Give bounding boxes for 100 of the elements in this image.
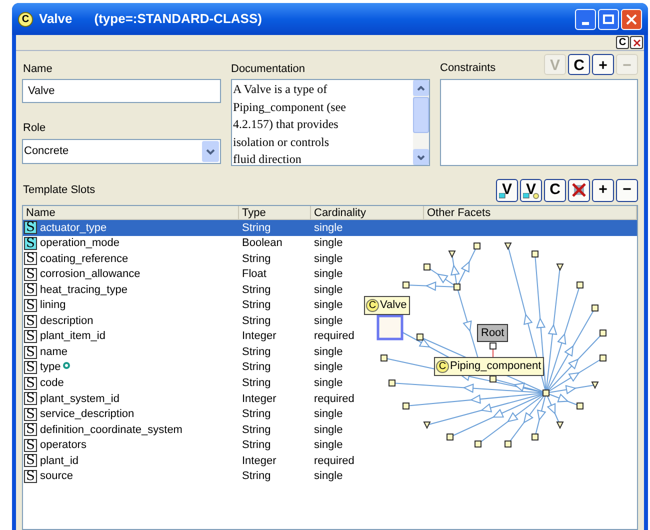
graph-node[interactable] (402, 282, 410, 288)
scrollbar[interactable] (413, 80, 429, 165)
slot-name: description (40, 314, 94, 329)
slot-button[interactable]: V (496, 178, 518, 202)
window-title: Valve (39, 10, 72, 28)
slot-name: operators (40, 438, 86, 454)
slot-icon: S (24, 408, 37, 421)
slot-button[interactable]: C (544, 178, 566, 202)
slot-cardinality: required (314, 330, 354, 342)
slot-icon: S (24, 252, 37, 266)
class-icon: C (366, 299, 379, 312)
slot-type: Float (242, 268, 266, 280)
graph-node[interactable] (600, 330, 606, 336)
slot-icon (499, 192, 507, 198)
slot-icon: S (24, 330, 37, 344)
close-button[interactable] (630, 36, 643, 49)
slot-cardinality: single (314, 424, 343, 436)
slot-cardinality: single (314, 299, 343, 312)
window-subtitle: (type=:STANDARD-CLASS) (94, 10, 262, 28)
graph-node[interactable] (380, 354, 388, 362)
column-header[interactable]: Type (239, 206, 311, 220)
maximize-button[interactable] (598, 8, 619, 30)
slot-name: heat_tracing_type (40, 282, 128, 298)
slot-type: String (242, 284, 271, 296)
slot-name: plant_system_id (40, 392, 120, 407)
slot-cardinality: single (314, 361, 343, 374)
column-header[interactable]: Cardinality (311, 206, 424, 220)
selected-class-box[interactable] (376, 314, 404, 340)
slot-button[interactable]: + (592, 178, 614, 202)
graph-node[interactable] (556, 264, 564, 272)
column-header[interactable]: Other Facets (424, 206, 637, 220)
class-node[interactable]: C Valve (364, 296, 410, 315)
graph-node[interactable] (416, 334, 424, 340)
constraints-list[interactable] (440, 79, 638, 166)
constraints-label: Constraints (440, 60, 496, 76)
slot-icon: S (24, 236, 37, 250)
slot-cardinality: single (314, 268, 343, 280)
node-label: Valve (380, 298, 408, 314)
graph-node[interactable] (600, 354, 606, 362)
graph-node[interactable] (490, 342, 496, 350)
slot-cardinality: single (314, 408, 343, 420)
slot-name: definition_coordinate_system (40, 422, 182, 438)
graph-node[interactable] (490, 376, 496, 382)
graph-node[interactable] (576, 402, 584, 410)
graph-node[interactable] (504, 440, 512, 448)
graph-node[interactable] (446, 434, 454, 440)
slot-icon: S (24, 423, 37, 436)
dot-icon (533, 192, 539, 198)
slot-type: String (242, 222, 271, 234)
slot-type: String (242, 346, 271, 358)
slot-name: operation_mode (40, 236, 120, 252)
slot-cardinality: required (314, 392, 354, 405)
graph-node[interactable] (592, 304, 598, 312)
class-node[interactable]: C Piping_component (434, 357, 544, 376)
column-header[interactable]: Name (23, 206, 239, 220)
table-row[interactable]: S operation_mode Boolean single (23, 236, 637, 252)
slot-button[interactable] (568, 178, 590, 202)
graph-node[interactable] (474, 440, 482, 448)
slot-type: Boolean (242, 237, 282, 250)
name-field[interactable]: Valve (22, 79, 221, 103)
graph-node[interactable] (576, 282, 584, 288)
slot-name: plant_id (40, 454, 79, 469)
graph-node[interactable] (474, 242, 480, 250)
template-slots-label: Template Slots (23, 182, 96, 198)
graph-node[interactable] (388, 380, 396, 386)
slot-type: String (242, 408, 271, 420)
class-button[interactable]: C (616, 36, 629, 49)
slot-icon: S (24, 454, 37, 468)
constraint-button[interactable]: C (568, 54, 590, 74)
graph-node[interactable] (402, 402, 410, 410)
slot-type: Integer (242, 330, 276, 342)
graph-node[interactable] (424, 264, 430, 270)
slot-icon: S (24, 376, 37, 390)
slot-name: plant_item_id (40, 329, 106, 344)
slot-cardinality: single (314, 314, 343, 327)
slot-button[interactable]: − (616, 178, 638, 202)
slot-cardinality: single (314, 222, 343, 234)
slot-type: Integer (242, 392, 276, 405)
minimize-button[interactable] (575, 8, 596, 30)
table-row[interactable]: S actuator_type String single (23, 220, 637, 236)
slot-button[interactable]: V (520, 178, 542, 202)
slot-type: String (242, 470, 271, 482)
close-icon (632, 38, 640, 46)
slot-cardinality: single (314, 237, 343, 250)
slot-name: actuator_type (40, 220, 107, 236)
slot-icon: S (24, 283, 37, 296)
role-dropdown[interactable]: Concrete (22, 139, 221, 164)
graph-node[interactable] (532, 250, 538, 258)
graph-node[interactable] (542, 390, 550, 396)
slot-cardinality: single (314, 470, 343, 482)
role-label: Role (23, 121, 47, 134)
class-icon: C (18, 12, 33, 26)
slot-icon: S (24, 314, 37, 328)
slot-type: String (242, 439, 271, 452)
graph-node[interactable] (532, 434, 538, 440)
slot-icon: S (24, 346, 37, 359)
root-node[interactable]: Root (477, 324, 508, 342)
slot-name: source (40, 469, 74, 484)
constraint-button[interactable]: + (592, 54, 614, 74)
graph-node[interactable] (454, 284, 460, 290)
